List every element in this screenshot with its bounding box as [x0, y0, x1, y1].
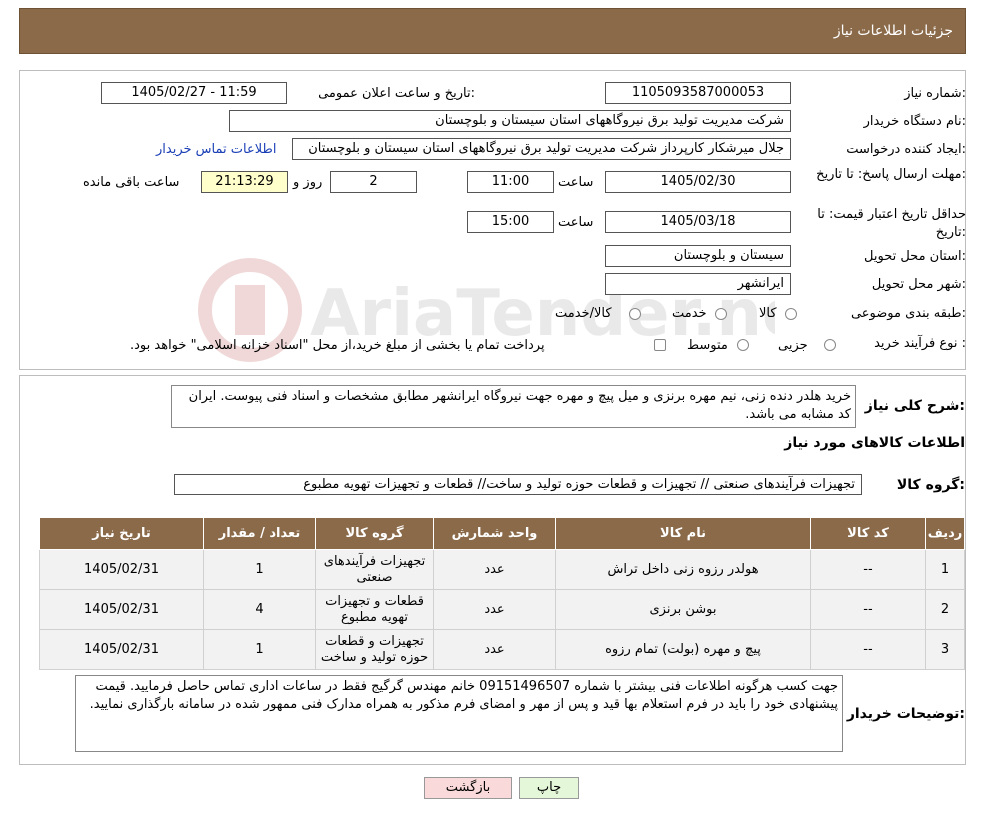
cell-name: هولدر رزوه زنی داخل تراش: [555, 549, 811, 590]
announce-date-field: 1405/02/27 - 11:59: [101, 82, 287, 104]
validity-time-field: 15:00: [467, 211, 554, 233]
days-field: 2: [330, 171, 417, 193]
table-row: 3 -- پیچ و مهره (بولت) تمام رزوه عدد تجه…: [39, 629, 965, 670]
cell-date: 1405/02/31: [39, 629, 204, 670]
buyer-notes-textarea[interactable]: جهت کسب هرگونه اطلاعات فنی بیشتر با شمار…: [75, 675, 843, 752]
deadline-time-field: 11:00: [467, 171, 554, 193]
table-row: 1 -- هولدر رزوه زنی داخل تراش عدد تجهیزا…: [39, 549, 965, 590]
need-number-label: شماره نیاز:: [904, 86, 966, 101]
category-option-goods: کالا: [759, 306, 777, 321]
table-header-row: ردیف کد کالا نام کالا واحد شمارش گروه کا…: [39, 517, 965, 550]
goods-info-title: اطلاعات کالاهای مورد نیاز: [784, 435, 965, 451]
cell-unit: عدد: [433, 549, 556, 590]
process-radio-medium[interactable]: [737, 339, 749, 351]
col-code-header: کد کالا: [810, 517, 926, 550]
page-title: جزئیات اطلاعات نیاز: [833, 23, 953, 39]
col-name-header: نام کالا: [555, 517, 811, 550]
cell-name: بوشن برنزی: [555, 589, 811, 630]
process-option-minor: جزیی: [778, 338, 808, 353]
treasury-checkbox[interactable]: [654, 339, 666, 351]
cell-row: 3: [925, 629, 965, 670]
cell-row: 1: [925, 549, 965, 590]
category-option-service: خدمت: [672, 306, 707, 321]
validity-label: حداقل تاریخ اعتبار قیمت: تا تاریخ:: [817, 207, 966, 240]
col-unit-header: واحد شمارش: [433, 517, 556, 550]
category-option-goods-service: کالا/خدمت: [555, 306, 612, 321]
province-field: سیستان و بلوچستان: [605, 245, 791, 267]
cell-group: تجهیزات و قطعات حوزه تولید و ساخت: [315, 629, 434, 670]
cell-code: --: [810, 549, 926, 590]
buyer-field: شرکت مدیریت تولید برق نیروگاههای استان س…: [229, 110, 791, 132]
deadline-time-label: ساعت: [558, 175, 594, 190]
validity-date-field: 1405/03/18: [605, 211, 791, 233]
cell-qty: 1: [203, 549, 316, 590]
cell-date: 1405/02/31: [39, 589, 204, 630]
cell-date: 1405/02/31: [39, 549, 204, 590]
cell-name: پیچ و مهره (بولت) تمام رزوه: [555, 629, 811, 670]
cell-row: 2: [925, 589, 965, 630]
process-radio-minor[interactable]: [824, 339, 836, 351]
remaining-label: ساعت باقی مانده: [83, 175, 180, 190]
creator-field: جلال میرشکار کارپرداز شرکت مدیریت تولید …: [292, 138, 791, 160]
goods-group-label: گروه کالا:: [896, 477, 965, 493]
process-label: نوع فرآیند خرید :: [874, 336, 966, 351]
creator-label: ایجاد کننده درخواست:: [846, 142, 966, 157]
category-radio-service[interactable]: [715, 308, 727, 320]
buyer-notes-label: توضیحات خریدار:: [846, 706, 965, 722]
category-label: طبقه بندی موضوعی:: [850, 306, 966, 321]
cell-code: --: [810, 589, 926, 630]
description-textarea[interactable]: خرید هلدر دنده زنی، نیم مهره برنزی و میل…: [171, 385, 856, 428]
back-button[interactable]: بازگشت: [424, 777, 512, 799]
cell-qty: 1: [203, 629, 316, 670]
category-radio-goods[interactable]: [785, 308, 797, 320]
category-radio-goods-service[interactable]: [629, 308, 641, 320]
buyer-label: نام دستگاه خریدار:: [863, 114, 966, 129]
deadline-date-field: 1405/02/30: [605, 171, 791, 193]
items-table: ردیف کد کالا نام کالا واحد شمارش گروه کا…: [39, 517, 965, 670]
page-header: جزئیات اطلاعات نیاز: [19, 8, 966, 54]
goods-group-field: تجهیزات فرآیندهای صنعتی // تجهیزات و قطع…: [174, 474, 862, 495]
col-date-header: تاریخ نیاز: [39, 517, 204, 550]
announce-label: تاریخ و ساعت اعلان عمومی:: [318, 86, 475, 101]
table-row: 2 -- بوشن برنزی عدد قطعات و تجهیزات تهوی…: [39, 589, 965, 630]
col-row-header: ردیف: [925, 517, 965, 550]
cell-code: --: [810, 629, 926, 670]
description-label: شرح کلی نیاز:: [864, 398, 965, 414]
process-note: پرداخت تمام یا بخشی از مبلغ خرید،از محل …: [130, 338, 545, 353]
city-label: شهر محل تحویل:: [871, 277, 966, 292]
deadline-label: مهلت ارسال پاسخ: تا تاریخ:: [816, 167, 966, 182]
cell-group: تجهیزات فرآیندهای صنعتی: [315, 549, 434, 590]
need-number-field: 1105093587000053: [605, 82, 791, 104]
days-label: روز و: [293, 175, 323, 190]
cell-unit: عدد: [433, 589, 556, 630]
process-option-medium: متوسط: [687, 338, 728, 353]
validity-time-label: ساعت: [558, 215, 594, 230]
cell-group: قطعات و تجهیزات تهویه مطبوع: [315, 589, 434, 630]
remaining-time-field: 21:13:29: [201, 171, 288, 193]
cell-qty: 4: [203, 589, 316, 630]
city-field: ایرانشهر: [605, 273, 791, 295]
province-label: استان محل تحویل:: [864, 249, 966, 264]
cell-unit: عدد: [433, 629, 556, 670]
col-qty-header: تعداد / مقدار: [203, 517, 316, 550]
contact-info-link[interactable]: اطلاعات تماس خریدار: [156, 142, 276, 157]
col-group-header: گروه کالا: [315, 517, 434, 550]
print-button[interactable]: چاپ: [519, 777, 579, 799]
